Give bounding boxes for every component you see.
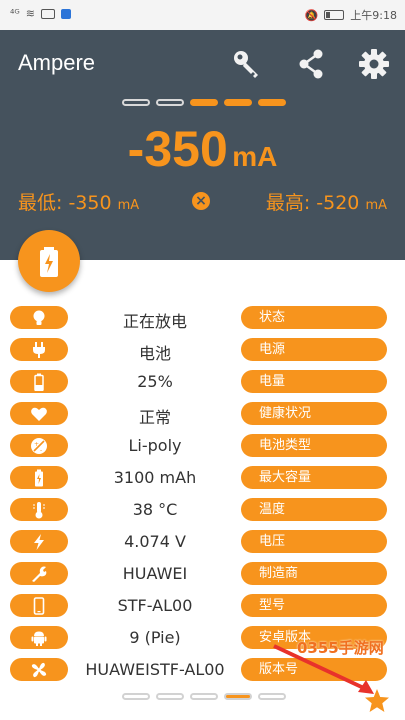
current-value: -350 — [127, 121, 228, 177]
pager-dot[interactable] — [258, 99, 286, 106]
list-item: 正常 健康状况 — [0, 400, 405, 427]
list-item: 4.074 V 电压 — [0, 528, 405, 554]
row-icon-pill — [10, 402, 68, 425]
heart-icon — [31, 407, 47, 421]
row-icon-pill — [10, 626, 68, 649]
row-value: 正在放电 — [122, 312, 187, 331]
row-value: 正常 — [138, 408, 171, 427]
row-label: 电池类型 — [241, 434, 387, 457]
row-label: 型号 — [241, 594, 387, 617]
capacity-icon — [35, 469, 43, 486]
settings-gear-icon[interactable] — [358, 48, 390, 80]
mail-icon — [41, 8, 55, 19]
min-label: 最低: -350 — [18, 192, 112, 214]
pager-dot[interactable] — [224, 693, 252, 700]
row-value: 电池 — [138, 344, 171, 363]
battery-charging-icon — [40, 247, 58, 277]
pager-dot[interactable] — [224, 99, 252, 106]
list-item: HUAWEI 制造商 — [0, 560, 405, 586]
row-label: 状态 — [241, 306, 387, 329]
status-bar: ⁴ᴳ ≋ 🔕 上午9:18 — [0, 0, 405, 30]
row-icon-pill — [10, 530, 68, 553]
row-value: 9 (Pie) — [129, 628, 181, 647]
app-title: Ampere — [18, 50, 96, 75]
pager-dot[interactable] — [190, 693, 218, 700]
pager-top — [122, 99, 286, 106]
star-rate-icon[interactable] — [364, 688, 390, 714]
battery-type-icon: +- — [31, 437, 47, 454]
row-value: Li-poly — [128, 436, 182, 455]
min-reading: 最低: -350 mA — [18, 188, 139, 215]
signal-icon: ⁴ᴳ — [10, 7, 20, 20]
current-reading: -350 mA — [0, 120, 405, 178]
row-value: 4.074 V — [124, 532, 186, 551]
row-value: STF-AL00 — [117, 596, 193, 615]
key-icon[interactable] — [231, 48, 263, 80]
row-icon-pill — [10, 562, 68, 585]
row-value: 38 °C — [132, 500, 178, 519]
pager-dot[interactable] — [156, 99, 184, 106]
pager-bottom — [122, 693, 286, 700]
row-label: 最大容量 — [241, 466, 387, 489]
row-value: HUAWEISTF-AL00 — [85, 660, 225, 679]
row-icon-pill — [10, 306, 68, 329]
row-value: 3100 mAh — [113, 468, 197, 487]
row-value: HUAWEI — [122, 564, 188, 583]
row-icon-pill — [10, 498, 68, 521]
row-label: 健康状况 — [241, 402, 387, 425]
reset-close-icon[interactable]: × — [192, 192, 210, 210]
thermometer-icon — [33, 501, 45, 518]
android-icon — [31, 631, 47, 646]
plug-icon — [33, 341, 45, 358]
pager-dot[interactable] — [122, 99, 150, 106]
status-right: 🔕 上午9:18 — [305, 7, 397, 23]
max-unit: mA — [365, 198, 387, 213]
row-icon-pill: + - — [10, 434, 68, 457]
mute-icon: 🔕 — [304, 8, 319, 22]
share-icon[interactable] — [295, 48, 327, 80]
max-reading: 最高: -520 mA — [266, 188, 387, 215]
row-label: 制造商 — [241, 562, 387, 585]
pager-dot[interactable] — [156, 693, 184, 700]
header: Ampere -350 mA 最低: -350 mA × 最高: -520 mA — [0, 30, 405, 260]
wifi-icon: ≋ — [25, 7, 35, 20]
row-label: 电源 — [241, 338, 387, 361]
list-item: + - Li-poly 电池类型 — [0, 432, 405, 458]
list-item: 正在放电 状态 — [0, 304, 405, 331]
list-item: 电池 电源 — [0, 336, 405, 363]
pager-dot[interactable] — [190, 99, 218, 106]
svg-text:+: + — [34, 441, 39, 448]
bolt-icon — [34, 533, 44, 550]
current-unit: mA — [232, 141, 278, 172]
fan-icon — [31, 662, 47, 677]
battery-status-icon — [324, 10, 345, 20]
row-value: 25% — [137, 372, 173, 391]
min-unit: mA — [117, 198, 140, 213]
row-label: 电量 — [241, 370, 387, 393]
row-icon-pill — [10, 658, 68, 681]
list-item: 3100 mAh 最大容量 — [0, 464, 405, 490]
list-item: 38 °C 温度 — [0, 496, 405, 522]
list-item: STF-AL00 型号 — [0, 592, 405, 618]
wrench-icon — [32, 566, 47, 582]
max-label: 最高: -520 — [265, 192, 360, 214]
pager-dot[interactable] — [122, 693, 150, 700]
row-icon-pill — [10, 370, 68, 393]
svg-text:-: - — [40, 447, 42, 454]
battery-level-icon — [34, 373, 44, 391]
list-item: 25% 电量 — [0, 368, 405, 394]
row-label: 温度 — [241, 498, 387, 521]
row-icon-pill — [10, 338, 68, 361]
phone-icon — [33, 596, 45, 615]
bulb-icon — [33, 310, 45, 325]
notification-app-icon — [61, 8, 71, 19]
battery-fab-button[interactable] — [18, 230, 80, 292]
clock: 上午9:18 — [350, 9, 397, 22]
row-icon-pill — [10, 466, 68, 489]
row-label: 电压 — [241, 530, 387, 553]
row-icon-pill — [10, 594, 68, 617]
status-left: ⁴ᴳ ≋ — [10, 7, 71, 20]
